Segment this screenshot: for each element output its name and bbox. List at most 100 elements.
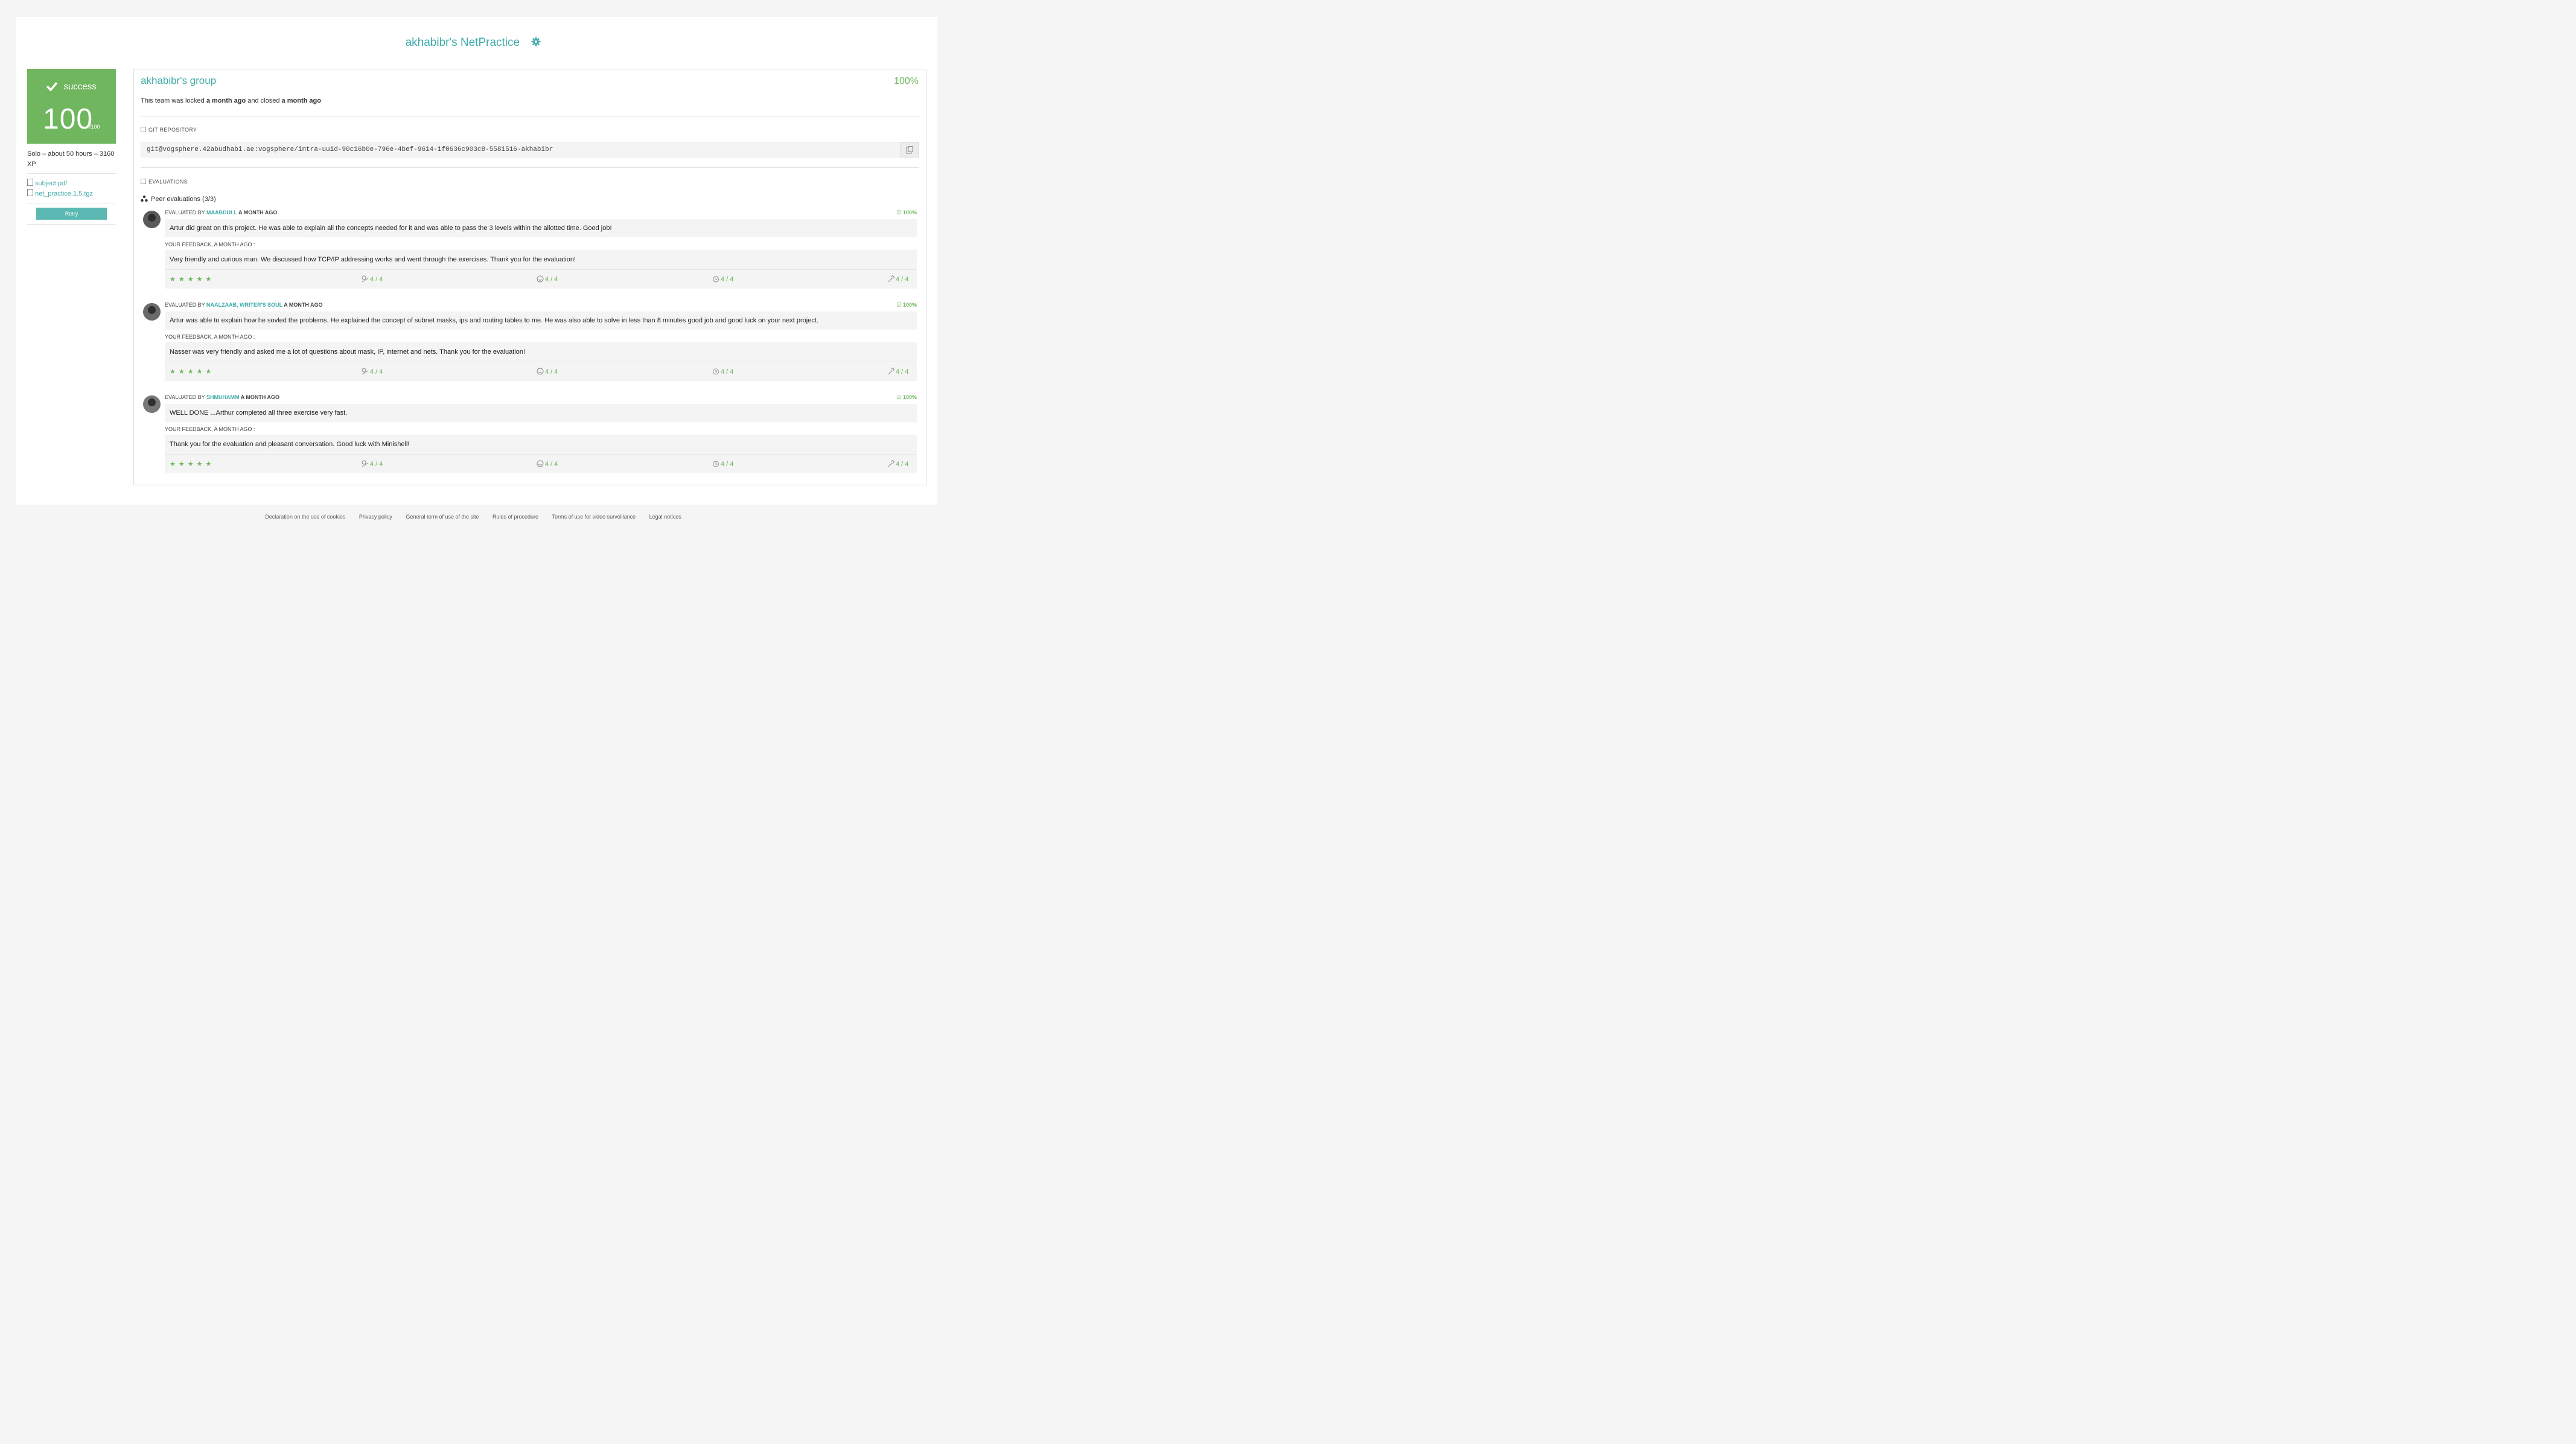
evaluation-time: A MONTH AGO <box>239 394 280 400</box>
evaluator-login[interactable]: SHMUHAMM <box>206 394 240 400</box>
punctuality-value: 4 / 4 <box>721 461 734 468</box>
git-url[interactable]: git@vogsphere.42abudhabi.ae:vogsphere/in… <box>147 146 553 153</box>
ratings-row: ★★★★★ 4 / 4 4 / 4 4 / 4 4 / 4 <box>165 269 917 289</box>
evaluation-percent: ☑ 100% <box>896 209 917 216</box>
punctuality-rating: 4 / 4 <box>712 275 733 283</box>
evaluator-comment: Artur was able to explain how he sovled … <box>165 311 917 330</box>
divider <box>141 167 919 168</box>
nice-value: 4 / 4 <box>370 368 383 375</box>
star-rating: ★★★★★ <box>170 276 215 283</box>
alarm-clock-icon <box>713 368 719 375</box>
file-link-subject[interactable]: subject.pdf <box>27 179 67 187</box>
footer-link-cookies[interactable]: Declaration on the use of cookies <box>265 514 345 520</box>
alarm-clock-icon <box>713 276 719 283</box>
evaluations-label: EVALUATIONS <box>148 179 188 185</box>
nice-icon <box>362 275 369 283</box>
evaluator-line: EVALUATED BY SHMUHAMM A MONTH AGO <box>165 394 279 400</box>
score-box: success 100 /100 <box>27 69 116 144</box>
feedback-label: YOUR FEEDBACK, A MONTH AGO : <box>165 426 255 432</box>
git-label: GIT REPOSITORY <box>148 127 197 133</box>
evaluation-item: EVALUATED BY SHMUHAMM A MONTH AGO ☑ 100%… <box>141 394 919 474</box>
nice-icon <box>362 368 369 375</box>
rigor-value: 4 / 4 <box>896 368 909 375</box>
punctuality-value: 4 / 4 <box>721 276 734 283</box>
evaluator-login[interactable]: NAALZAAB, WRITER'S SOUL <box>206 302 282 308</box>
evaluated-by: EVALUATED BY <box>165 302 207 308</box>
close-time: a month ago <box>281 97 321 104</box>
team-lock-info: This team was locked a month ago and clo… <box>141 97 321 104</box>
copy-icon <box>906 146 913 154</box>
footer-link-rules[interactable]: Rules of procedure <box>493 514 538 520</box>
footer-link-video[interactable]: Terms of use for video surveillance <box>552 514 636 520</box>
percent-value: 100% <box>902 394 917 400</box>
avatar[interactable] <box>143 395 161 413</box>
nice-rating: 4 / 4 <box>362 460 383 468</box>
document-icon <box>141 127 146 132</box>
evaluations-section-label: EVALUATIONS <box>141 179 188 185</box>
nice-rating: 4 / 4 <box>362 368 383 375</box>
hammer-icon <box>888 367 895 375</box>
feedback-text: Very friendly and curious man. We discus… <box>165 250 917 269</box>
evaluator-line: EVALUATED BY MAABDULL A MONTH AGO <box>165 209 277 216</box>
avatar[interactable] <box>143 303 161 321</box>
interested-value: 4 / 4 <box>545 368 558 375</box>
percent-value: 100% <box>902 302 917 308</box>
group-name: akhabibr's group <box>141 75 217 86</box>
feedback-text: Nasser was very friendly and asked me a … <box>165 342 917 362</box>
evaluator-line: EVALUATED BY NAALZAAB, WRITER'S SOUL A M… <box>165 302 323 308</box>
evaluation-item: EVALUATED BY NAALZAAB, WRITER'S SOUL A M… <box>141 302 919 382</box>
percent-value: 100% <box>902 209 917 216</box>
hammer-icon <box>888 459 895 467</box>
star-rating: ★★★★★ <box>170 461 215 468</box>
copy-button[interactable] <box>900 142 919 158</box>
star-rating: ★★★★★ <box>170 368 215 375</box>
punctuality-rating: 4 / 4 <box>712 460 733 468</box>
evaluated-by: EVALUATED BY <box>165 394 207 400</box>
file-name[interactable]: subject.pdf <box>35 180 67 187</box>
smile-icon <box>537 460 544 467</box>
interested-rating: 4 / 4 <box>537 275 558 283</box>
peer-title-text: Peer evaluations (3/3) <box>151 196 216 203</box>
feedback-text: Thank you for the evaluation and pleasan… <box>165 435 917 454</box>
footer-link-terms[interactable]: General term of use of the site <box>406 514 479 520</box>
status-row: success <box>27 81 116 92</box>
file-name[interactable]: net_practice.1.5.tgz <box>35 190 93 197</box>
divider <box>27 224 116 225</box>
punctuality-rating: 4 / 4 <box>712 368 733 375</box>
document-icon <box>27 179 33 186</box>
rigor-value: 4 / 4 <box>896 276 909 283</box>
smile-icon <box>537 275 544 283</box>
interested-rating: 4 / 4 <box>537 460 558 468</box>
divider <box>141 116 919 117</box>
rigor-rating: 4 / 4 <box>887 275 908 283</box>
git-section-label: GIT REPOSITORY <box>141 127 197 133</box>
check-icon <box>46 81 58 92</box>
footer: Declaration on the use of cookies Privac… <box>0 514 946 520</box>
checkbox-icon <box>141 179 146 184</box>
feedback-label: YOUR FEEDBACK, A MONTH AGO : <box>165 241 255 248</box>
page-title-row: akhabibr's NetPractice <box>0 36 946 50</box>
status-label: success <box>63 81 97 92</box>
interested-value: 4 / 4 <box>545 461 558 468</box>
evaluation-time: A MONTH AGO <box>282 302 323 308</box>
peer-evaluations-title: Peer evaluations (3/3) <box>141 195 216 203</box>
evaluated-by: EVALUATED BY <box>165 209 207 216</box>
evaluation-time: A MONTH AGO <box>237 209 278 216</box>
git-repo-field[interactable]: git@vogsphere.42abudhabi.ae:vogsphere/in… <box>141 142 919 158</box>
rigor-rating: 4 / 4 <box>887 367 909 375</box>
gear-icon[interactable] <box>531 37 541 46</box>
nice-rating: 4 / 4 <box>362 275 383 283</box>
document-icon <box>27 189 33 196</box>
footer-link-legal[interactable]: Legal notices <box>649 514 681 520</box>
close-text: and closed <box>246 97 282 104</box>
final-score: 100 <box>43 103 94 135</box>
score-max: /100 <box>89 124 100 130</box>
evaluator-login[interactable]: MAABDULL <box>206 209 237 216</box>
retry-button[interactable]: Retry <box>36 208 107 220</box>
avatar[interactable] <box>143 211 161 228</box>
nice-value: 4 / 4 <box>370 276 383 283</box>
file-link-tarball[interactable]: net_practice.1.5.tgz <box>27 189 93 197</box>
lock-time: a month ago <box>206 97 246 104</box>
footer-link-privacy[interactable]: Privacy policy <box>359 514 392 520</box>
nice-value: 4 / 4 <box>370 461 383 468</box>
